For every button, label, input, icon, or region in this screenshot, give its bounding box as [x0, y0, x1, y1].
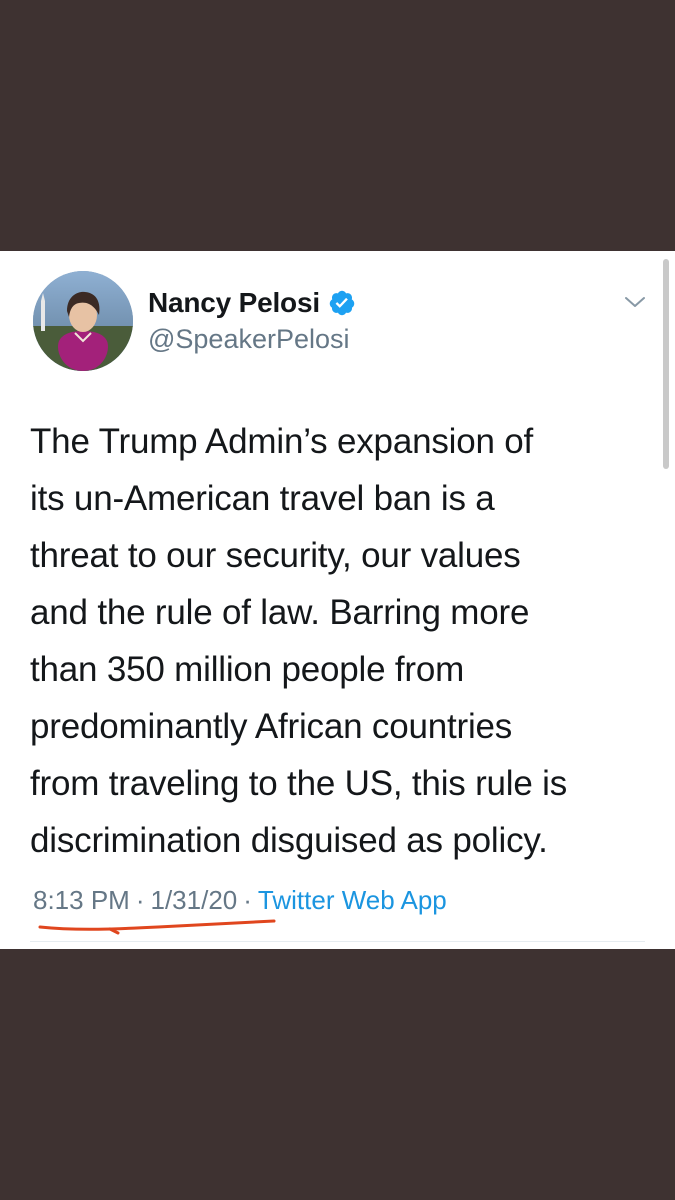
tweet-date[interactable]: 1/31/20 — [151, 885, 238, 915]
tweet-meta: 8:13 PM · 1/31/20 · Twitter Web App — [33, 885, 447, 916]
meta-separator-2: · — [243, 885, 252, 915]
scrollbar[interactable] — [663, 259, 669, 469]
tweet-source-link[interactable]: Twitter Web App — [258, 885, 447, 915]
bottom-dark-band — [0, 949, 675, 1200]
author-handle[interactable]: @SpeakerPelosi — [148, 324, 350, 355]
chevron-down-icon[interactable] — [624, 295, 646, 309]
avatar[interactable] — [33, 271, 133, 371]
tweet-card: Nancy Pelosi @SpeakerPelosi The Trump Ad… — [0, 251, 675, 949]
author-display-name[interactable]: Nancy Pelosi — [148, 287, 320, 319]
top-dark-band — [0, 0, 675, 251]
tweet-time[interactable]: 8:13 PM — [33, 885, 130, 915]
author-name-row[interactable]: Nancy Pelosi — [148, 285, 356, 321]
avatar-photo-icon — [33, 271, 133, 371]
meta-separator: · — [135, 885, 145, 915]
divider — [30, 941, 645, 942]
verified-badge-icon — [328, 289, 356, 317]
handdrawn-underline-annotation — [38, 919, 276, 935]
tweet-text: The Trump Admin’s expansion of its un-Am… — [30, 422, 568, 860]
